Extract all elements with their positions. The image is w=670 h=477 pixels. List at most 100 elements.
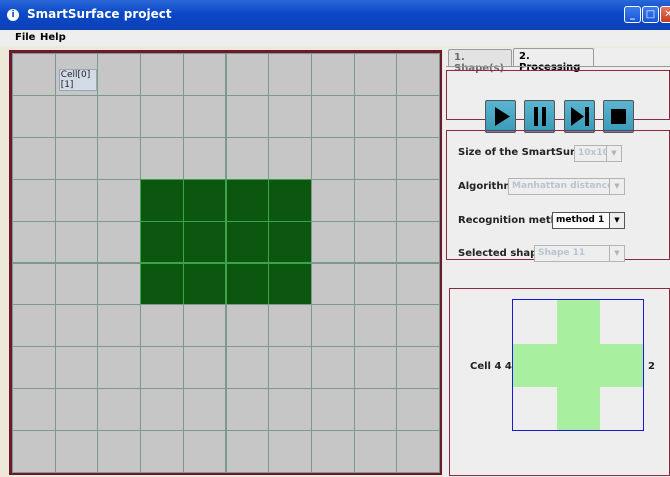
grid-cell[interactable]	[12, 388, 56, 432]
grid-cell[interactable]	[54, 430, 99, 473]
grid-cell[interactable]	[310, 136, 355, 180]
grid-cell[interactable]	[396, 136, 440, 180]
grid-cell[interactable]	[353, 136, 398, 180]
play-button[interactable]	[485, 100, 516, 133]
grid-cell[interactable]	[97, 388, 142, 432]
minimize-button[interactable]: _	[624, 6, 641, 23]
grid-cell[interactable]	[268, 262, 312, 306]
grid-cell[interactable]	[225, 220, 270, 264]
grid-cell[interactable]	[268, 220, 312, 264]
grid-cell[interactable]	[396, 94, 440, 138]
grid-cell[interactable]	[310, 94, 355, 138]
grid-cell[interactable]	[268, 388, 312, 432]
grid-cell[interactable]	[396, 220, 440, 264]
tab-processing[interactable]: 2. Processing	[513, 48, 594, 73]
grid-cell[interactable]	[97, 430, 142, 473]
grid-cell[interactable]	[225, 178, 270, 222]
grid-cell[interactable]	[396, 178, 440, 222]
grid-cell[interactable]	[182, 53, 227, 96]
grid-cell[interactable]	[182, 304, 227, 348]
grid-cell[interactable]	[268, 346, 312, 390]
grid-cell[interactable]	[97, 53, 142, 96]
grid-cell[interactable]	[140, 136, 184, 180]
grid-cell[interactable]	[140, 178, 184, 222]
grid-cell[interactable]	[353, 346, 398, 390]
grid-cell[interactable]	[396, 430, 440, 473]
grid-cell[interactable]	[225, 388, 270, 432]
grid-cell[interactable]	[97, 136, 142, 180]
grid-cell[interactable]	[54, 346, 99, 390]
grid-cell[interactable]	[140, 262, 184, 306]
grid-cell[interactable]	[396, 304, 440, 348]
chevron-down-icon[interactable]: ▼	[609, 213, 624, 228]
grid-cell[interactable]	[140, 346, 184, 390]
grid-cell[interactable]	[353, 262, 398, 306]
grid-cell[interactable]	[12, 304, 56, 348]
grid-cell[interactable]	[97, 262, 142, 306]
grid-cell[interactable]	[353, 304, 398, 348]
grid-cell[interactable]	[54, 136, 99, 180]
grid-cell[interactable]	[353, 94, 398, 138]
grid-cell[interactable]	[225, 346, 270, 390]
grid-cell[interactable]	[140, 220, 184, 264]
grid-cell[interactable]	[353, 220, 398, 264]
grid-cell[interactable]	[268, 178, 312, 222]
grid-cell[interactable]	[140, 304, 184, 348]
maximize-button[interactable]: □	[642, 6, 659, 23]
grid-cell[interactable]	[225, 53, 270, 96]
grid-cell[interactable]	[268, 304, 312, 348]
grid-cell[interactable]	[310, 178, 355, 222]
grid-cell[interactable]	[353, 178, 398, 222]
grid-cell[interactable]	[182, 136, 227, 180]
grid-cell[interactable]	[396, 262, 440, 306]
grid-cell[interactable]	[182, 178, 227, 222]
grid-cell[interactable]: Cell[0][1]	[54, 53, 99, 96]
grid-cell[interactable]	[396, 346, 440, 390]
grid-cell[interactable]	[54, 220, 99, 264]
grid-cell[interactable]	[140, 430, 184, 473]
grid-cell[interactable]	[225, 136, 270, 180]
grid-cell[interactable]	[12, 220, 56, 264]
grid-cell[interactable]	[353, 53, 398, 96]
grid-cell[interactable]	[182, 346, 227, 390]
grid-cell[interactable]	[182, 430, 227, 473]
menu-file[interactable]: File	[15, 32, 35, 43]
grid-cell[interactable]	[268, 94, 312, 138]
grid-cell[interactable]	[310, 53, 355, 96]
grid-cell[interactable]	[310, 304, 355, 348]
grid-cell[interactable]	[54, 262, 99, 306]
grid-cell[interactable]	[12, 94, 56, 138]
grid-cell[interactable]	[12, 262, 56, 306]
stop-button[interactable]	[603, 100, 634, 133]
grid-cell[interactable]	[140, 388, 184, 432]
pause-button[interactable]	[524, 100, 555, 133]
grid-cell[interactable]	[12, 346, 56, 390]
grid-cell[interactable]	[353, 430, 398, 473]
tab-shapes[interactable]: 1. Shape(s)	[448, 49, 512, 74]
grid-cell[interactable]	[310, 388, 355, 432]
grid-cell[interactable]	[396, 388, 440, 432]
grid-cell[interactable]	[182, 262, 227, 306]
grid-cell[interactable]	[12, 430, 56, 473]
grid-cell[interactable]	[97, 304, 142, 348]
grid-cell[interactable]	[268, 430, 312, 473]
grid-cell[interactable]	[54, 304, 99, 348]
grid-cell[interactable]	[54, 178, 99, 222]
grid-cell[interactable]	[225, 430, 270, 473]
menu-help[interactable]: Help	[40, 32, 66, 43]
grid-cell[interactable]	[140, 94, 184, 138]
grid-cell[interactable]	[54, 94, 99, 138]
grid-cell[interactable]	[310, 430, 355, 473]
grid-cell[interactable]	[353, 388, 398, 432]
grid-cell[interactable]	[97, 178, 142, 222]
grid-cell[interactable]	[310, 262, 355, 306]
grid-cell[interactable]	[140, 53, 184, 96]
grid-cell[interactable]	[97, 94, 142, 138]
grid-cell[interactable]	[12, 53, 56, 96]
grid-cell[interactable]	[182, 388, 227, 432]
grid-cell[interactable]	[54, 388, 99, 432]
step-button[interactable]	[564, 100, 595, 133]
grid-cell[interactable]	[310, 220, 355, 264]
grid-cell[interactable]	[225, 94, 270, 138]
grid-cell[interactable]	[225, 304, 270, 348]
